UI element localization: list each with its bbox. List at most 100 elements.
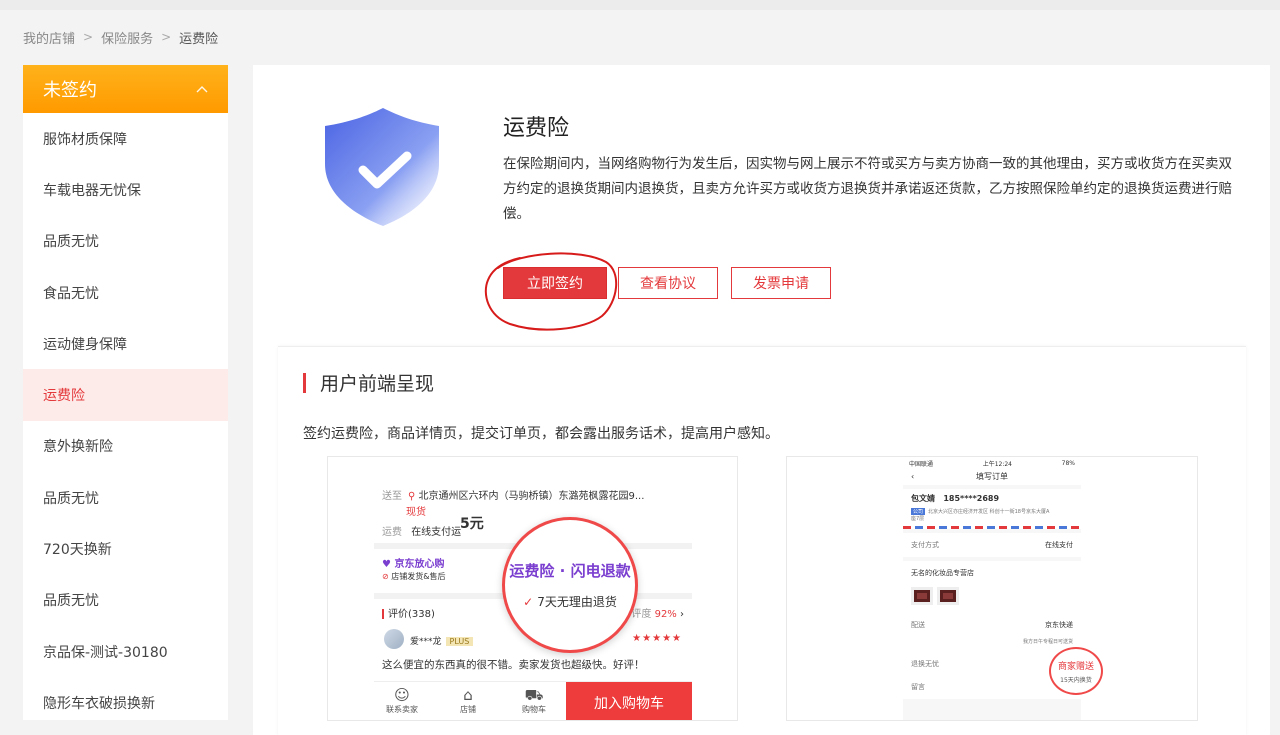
- delivery-sub: 我方日午专程日可送货: [1022, 638, 1073, 645]
- reviewer-row: 爱***龙 PLUS: [410, 634, 474, 647]
- location-pin-icon: ⚲: [408, 491, 416, 502]
- sidebar-header-unsigned[interactable]: 未签约: [23, 65, 228, 113]
- shield-check-icon: [325, 108, 439, 226]
- chat-icon: ☺: [394, 686, 410, 704]
- zoom2-sub: 15天内换货: [1060, 676, 1092, 684]
- frontend-description: 签约运费险，商品详情页，提交订单页，都会露出服务话术，提高用户感知。: [303, 426, 779, 442]
- check-circle-icon: ✓: [523, 595, 534, 609]
- cart-icon-button[interactable]: ⛟ 购物车: [514, 686, 554, 715]
- contact-seller-label: 联系卖家: [386, 705, 418, 714]
- invoice-request-button[interactable]: 发票申请: [731, 267, 831, 299]
- return-label: 退换无忧: [911, 660, 939, 668]
- recipient-row: 包文婧 185****2689: [911, 493, 1073, 504]
- recipient-phone: 185****2689: [943, 494, 1000, 503]
- plus-badge: PLUS: [445, 637, 474, 646]
- shop-name: 无名的化妆品专营店: [911, 569, 974, 577]
- sidebar-item-food[interactable]: 食品无忧: [23, 267, 228, 318]
- freight-value: 在线支付运: [411, 527, 462, 538]
- order-page-mockup: 中国联通 上午12:24 78% ‹ 填写订单 包文婧 185****2689 …: [903, 457, 1103, 720]
- product-thumbnail: [911, 587, 933, 605]
- reviewer-name: 爱***龙: [410, 637, 442, 647]
- preview-product-detail: 送至 ⚲ 北京通州区六环内（马驹桥镇）东潞苑枫露花园9... 现货 5元 运费 在…: [327, 456, 738, 721]
- sidebar-item-720-days[interactable]: 720天换新: [23, 523, 228, 574]
- accent-bar: [382, 609, 384, 619]
- stock-status: 现货: [406, 507, 426, 518]
- recipient-address: 公司 北京大兴区亦庄经济开发区 科创十一街18号京东大厦A座7层: [911, 508, 1051, 522]
- service-sub: ⊘ 店铺发货&售后: [382, 571, 446, 582]
- sidebar-item-freight-insurance[interactable]: 运费险: [23, 369, 228, 421]
- envelope-stripe: [903, 526, 1081, 529]
- service-brand-text: 京东放心购: [394, 559, 445, 570]
- breadcrumb-insurance-service[interactable]: 保险服务: [101, 28, 153, 47]
- zoom-sub-text: 7天无理由退货: [537, 595, 617, 609]
- store-icon: ⌂: [463, 686, 473, 704]
- view-agreement-button[interactable]: 查看协议: [618, 267, 718, 299]
- zoom-title: 运费险 · 闪电退款: [509, 562, 631, 580]
- freight-insurance-zoom-badge: 运费险 · 闪电退款 ✓ 7天无理由退货: [502, 517, 638, 653]
- service-brand: ♥ 京东放心购: [382, 559, 445, 570]
- delivery-label: 配送: [911, 621, 925, 629]
- sidebar-item-apparel[interactable]: 服饰材质保障: [23, 113, 228, 164]
- cart-icon: ⛟: [524, 686, 544, 704]
- ship-to-row: 送至 ⚲ 北京通州区六环内（马驹桥镇）东潞苑枫露花园9...: [382, 487, 644, 502]
- address-tag: 公司: [911, 508, 926, 515]
- sign-now-button[interactable]: 立即签约: [503, 267, 607, 299]
- product-bottom-bar: ☺ 联系卖家 ⌂ 店铺 ⛟ 购物车 加入购物车: [374, 681, 692, 720]
- address-card[interactable]: 包文婧 185****2689 公司 北京大兴区亦庄经济开发区 科创十一街18号京…: [903, 489, 1081, 526]
- order-header: ‹ 填写订单: [903, 469, 1081, 485]
- payment-row[interactable]: 支付方式 在线支付: [903, 533, 1081, 557]
- phone-status-bar: 中国联通 上午12:24 78%: [903, 457, 1081, 469]
- preview-order-page: 中国联通 上午12:24 78% ‹ 填写订单 包文婧 185****2689 …: [786, 456, 1198, 721]
- rating-value: 92%: [654, 609, 677, 620]
- delivery-value: 京东快递: [1045, 621, 1073, 629]
- pay-label: 支付方式: [911, 541, 939, 549]
- chevron-up-icon[interactable]: [196, 82, 208, 96]
- recipient-name: 包文婧: [911, 494, 935, 503]
- reviews-label: 评价(338): [388, 609, 435, 620]
- check-circle-icon: ⊘: [382, 572, 389, 581]
- freight-row: 运费 在线支付运: [382, 523, 461, 538]
- sidebar-item-sports[interactable]: 运动健身保障: [23, 318, 228, 369]
- note-label: 留言: [911, 683, 925, 691]
- top-strip: [0, 0, 1280, 10]
- zoom-sub: ✓ 7天无理由退货: [523, 593, 617, 610]
- breadcrumb-separator-icon: >: [161, 30, 172, 44]
- sidebar-item-accident-renew[interactable]: 意外换新险: [23, 421, 228, 472]
- sidebar-item-car-electric[interactable]: 车载电器无忧保: [23, 164, 228, 215]
- sidebar-item-car-film[interactable]: 隐形车衣破损换新: [23, 677, 228, 720]
- star-rating: ★★★★★: [632, 633, 682, 644]
- ship-address: 北京通州区六环内（马驹桥镇）东潞苑枫露花园9...: [418, 491, 645, 502]
- sidebar-item-jingpinbao-test[interactable]: 京品保-测试-30180: [23, 626, 228, 677]
- frontend-title-text: 用户前端呈现: [320, 373, 435, 395]
- price-fragment: 5元: [460, 516, 484, 532]
- status-time: 上午12:24: [982, 460, 1012, 468]
- add-to-cart-button[interactable]: 加入购物车: [566, 682, 692, 720]
- sidebar-item-quality-3[interactable]: 品质无忧: [23, 575, 228, 626]
- ship-to-label: 送至: [382, 491, 402, 502]
- sidebar-header-label: 未签约: [43, 80, 97, 101]
- product-description: 在保险期间内，当网络购物行为发生后，因实物与网上展示不符或买方与卖方协商一致的其…: [503, 156, 1232, 222]
- store-button[interactable]: ⌂ 店铺: [448, 686, 488, 715]
- order-header-title: 填写订单: [976, 472, 1008, 481]
- merchant-gift-zoom-badge: 商家赠送 15天内换货: [1049, 647, 1103, 695]
- battery: 78%: [1061, 459, 1075, 467]
- breadcrumb: 我的店铺 > 保险服务 > 运费险: [23, 27, 218, 47]
- product-thumbs: [911, 587, 1073, 607]
- address-text: 北京大兴区亦庄经济开发区 科创十一街18号京东大厦A座7层: [911, 509, 1050, 522]
- reviews-row[interactable]: 评价(338): [382, 605, 435, 620]
- contact-seller-button[interactable]: ☺ 联系卖家: [382, 686, 422, 715]
- breadcrumb-separator-icon: >: [83, 30, 94, 44]
- back-arrow-icon[interactable]: ‹: [911, 469, 914, 485]
- sidebar: 未签约 服饰材质保障 车载电器无忧保 品质无忧 食品无忧 运动健身保障 运费险 …: [23, 65, 228, 720]
- store-label: 店铺: [460, 705, 476, 714]
- breadcrumb-my-store[interactable]: 我的店铺: [23, 28, 75, 47]
- avatar: [384, 629, 404, 649]
- cart-label: 购物车: [522, 705, 546, 714]
- service-sub-text: 店铺发货&售后: [391, 572, 446, 581]
- carrier: 中国联通: [909, 460, 934, 468]
- sidebar-item-quality-2[interactable]: 品质无忧: [23, 472, 228, 523]
- breadcrumb-current: 运费险: [179, 31, 219, 47]
- zoom2-title: 商家赠送: [1057, 661, 1094, 672]
- pay-value: 在线支付: [1045, 541, 1073, 549]
- sidebar-item-quality-1[interactable]: 品质无忧: [23, 216, 228, 267]
